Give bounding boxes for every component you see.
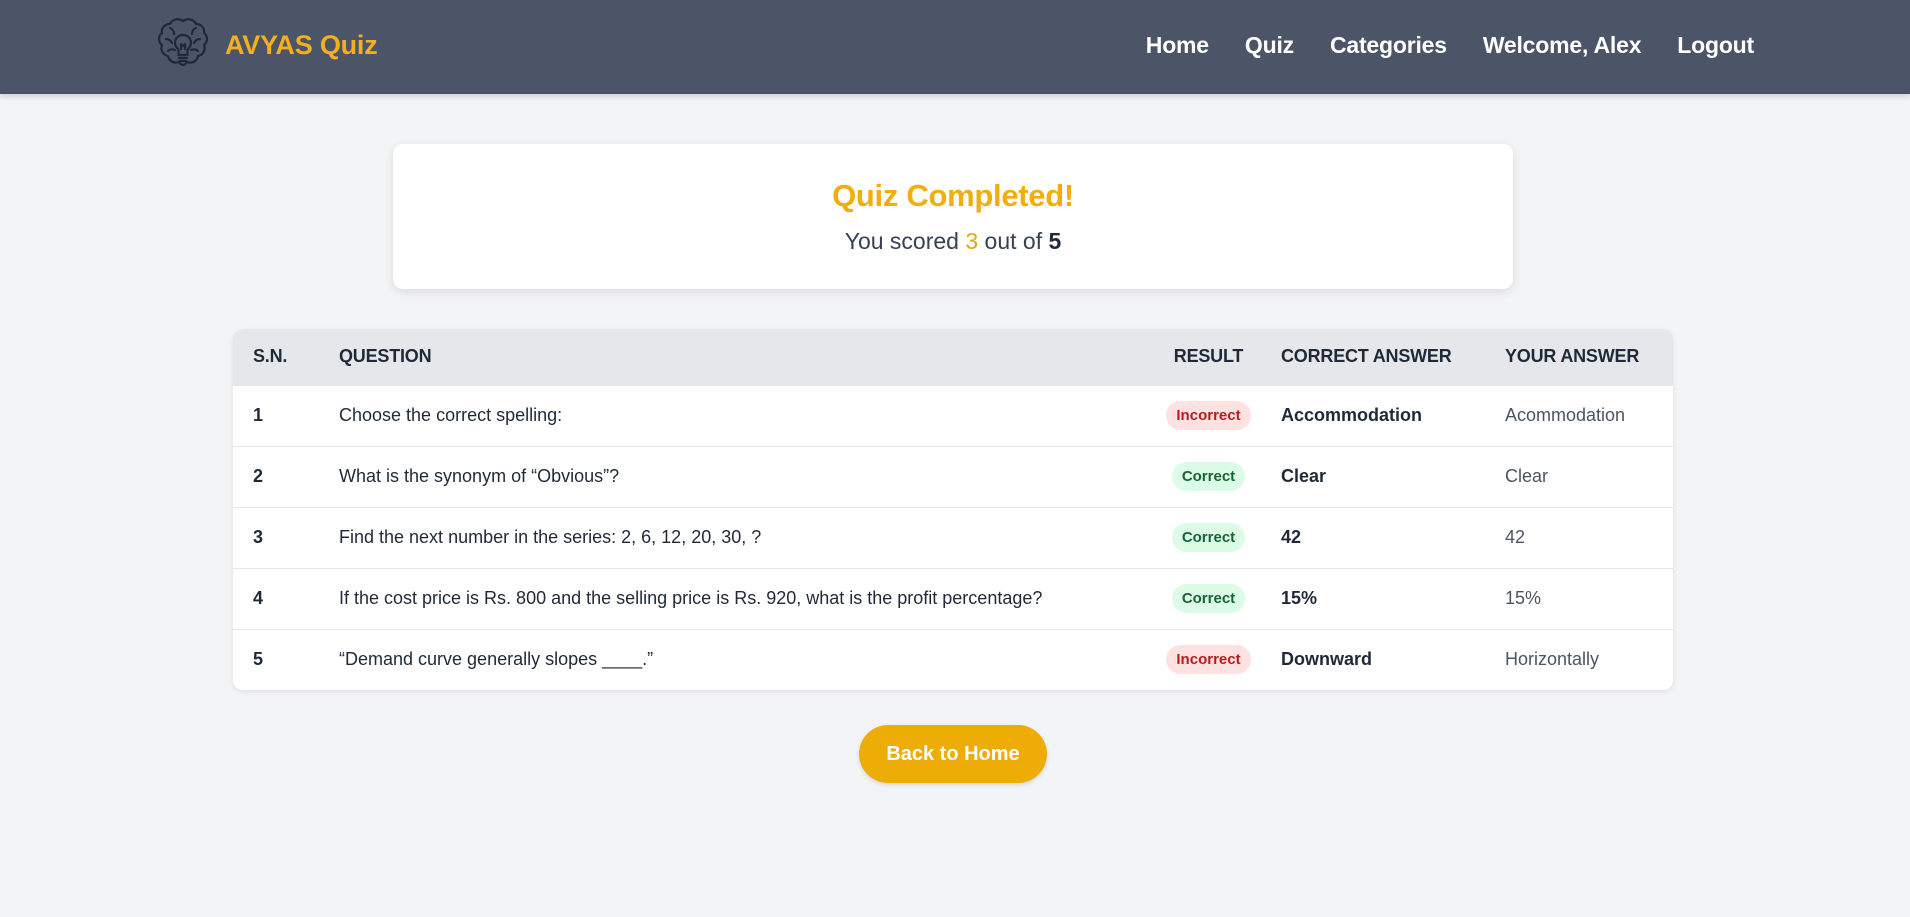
result-badge: Correct — [1171, 462, 1246, 491]
row-correct-answer: Clear — [1281, 466, 1327, 486]
quiz-completed-title: Quiz Completed! — [832, 178, 1074, 213]
row-question: What is the synonym of “Obvious”? — [339, 466, 620, 486]
nav-quiz-link[interactable]: Quiz — [1245, 32, 1294, 59]
brand-name: AVYAS Quiz — [225, 29, 378, 60]
row-your-answer: Acommodation — [1505, 405, 1626, 425]
nav-logout-link[interactable]: Logout — [1677, 32, 1754, 59]
score-middle: out of — [978, 228, 1049, 254]
nav-home-link[interactable]: Home — [1146, 32, 1209, 59]
main-nav: Home Quiz Categories Welcome, Alex Logou… — [1110, 0, 1754, 90]
table-row: 1 Choose the correct spelling: Incorrect… — [233, 385, 1673, 446]
results-table: S.N. QUESTION RESULT CORRECT ANSWER YOUR… — [233, 329, 1673, 690]
result-badge: Incorrect — [1166, 401, 1251, 430]
top-navbar: AVYAS Quiz Home Quiz Categories Welcome,… — [0, 0, 1910, 94]
col-header-correct-answer: CORRECT ANSWER — [1281, 346, 1452, 367]
row-sn: 4 — [253, 588, 264, 608]
row-correct-answer: 15% — [1281, 588, 1318, 608]
row-your-answer: Horizontally — [1505, 649, 1600, 670]
results-table-header: S.N. QUESTION RESULT CORRECT ANSWER YOUR… — [233, 329, 1673, 385]
nav-categories-link[interactable]: Categories — [1330, 32, 1447, 59]
brain-lightbulb-icon — [157, 18, 209, 67]
row-question: Find the next number in the series: 2, 6… — [339, 527, 762, 547]
row-correct-answer: 42 — [1281, 527, 1302, 547]
table-row: 5 “Demand curve generally slopes ____.” … — [233, 629, 1673, 690]
row-sn: 1 — [253, 405, 264, 425]
nav-welcome-user[interactable]: Welcome, Alex — [1483, 32, 1642, 59]
col-header-sn: S.N. — [253, 346, 288, 367]
row-your-answer: 42 — [1505, 527, 1526, 547]
brand[interactable]: AVYAS Quiz — [153, 15, 378, 75]
results-table-card: S.N. QUESTION RESULT CORRECT ANSWER YOUR… — [233, 329, 1673, 690]
score-summary: You scored 3 out of 5 — [393, 228, 1513, 255]
row-question: “Demand curve generally slopes ____.” — [339, 649, 654, 670]
row-correct-answer: Downward — [1281, 649, 1373, 670]
table-row: 3 Find the next number in the series: 2,… — [233, 507, 1673, 568]
row-question: Choose the correct spelling: — [339, 405, 563, 425]
score-prefix: You scored — [844, 228, 966, 254]
back-to-home-button[interactable]: Back to Home — [859, 725, 1047, 783]
row-your-answer: Clear — [1505, 466, 1549, 486]
col-header-your-answer: YOUR ANSWER — [1505, 346, 1640, 367]
col-header-result: RESULT — [1173, 346, 1244, 367]
row-sn: 5 — [253, 649, 264, 670]
row-your-answer: 15% — [1505, 588, 1542, 608]
score-card: Quiz Completed! You scored 3 out of 5 — [393, 144, 1513, 289]
row-sn: 2 — [253, 466, 264, 486]
result-badge: Correct — [1171, 523, 1246, 552]
score-value: 3 — [965, 228, 979, 254]
score-total: 5 — [1048, 228, 1062, 254]
row-correct-answer: Accommodation — [1281, 405, 1423, 425]
result-badge: Correct — [1171, 584, 1246, 613]
result-badge: Incorrect — [1166, 645, 1251, 675]
table-row: 2 What is the synonym of “Obvious”? Corr… — [233, 446, 1673, 507]
row-sn: 3 — [253, 527, 264, 547]
table-row: 4 If the cost price is Rs. 800 and the s… — [233, 568, 1673, 629]
row-question: If the cost price is Rs. 800 and the sel… — [339, 588, 1043, 608]
col-header-question: QUESTION — [339, 346, 432, 367]
